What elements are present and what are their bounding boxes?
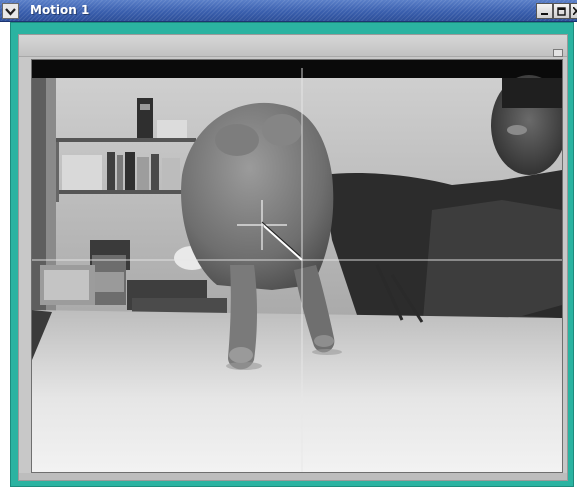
minimize-icon: [541, 12, 548, 15]
window-menu-button[interactable]: [2, 3, 19, 19]
toolbar-strip: [19, 35, 567, 57]
window-title: Motion 1: [30, 3, 90, 17]
camera-feed-image: [32, 60, 562, 472]
maximize-button[interactable]: [553, 3, 570, 19]
content-panel: [18, 34, 568, 481]
close-button[interactable]: [570, 3, 577, 19]
status-strip: [19, 473, 567, 480]
close-icon: [572, 7, 577, 15]
resize-grip[interactable]: [553, 49, 563, 57]
camera-viewport[interactable]: [31, 59, 563, 473]
minimize-button[interactable]: [536, 3, 553, 19]
chevron-down-icon: [5, 7, 16, 16]
title-bar[interactable]: Motion 1: [0, 0, 577, 22]
motion-window: Motion 1: [0, 0, 577, 491]
maximize-icon: [557, 6, 566, 16]
